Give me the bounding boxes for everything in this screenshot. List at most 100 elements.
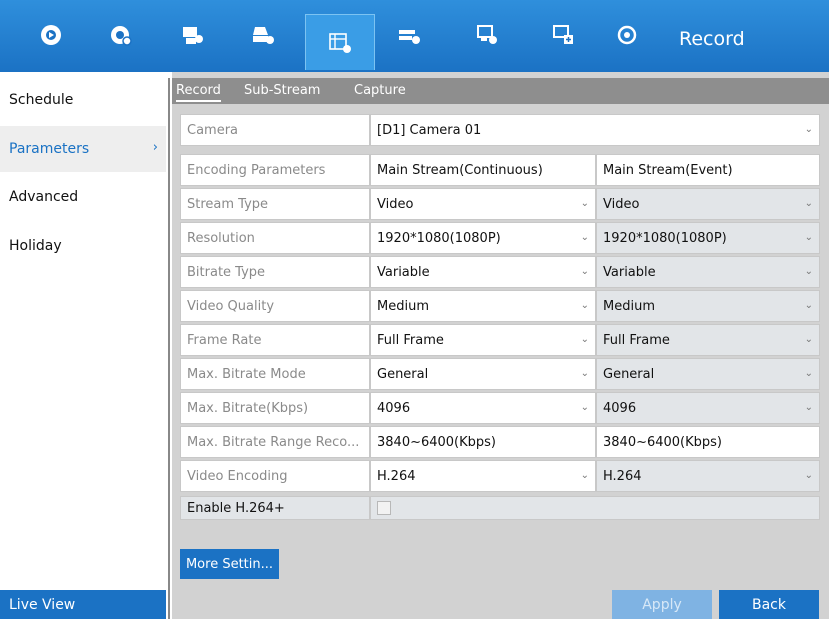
- chevron-down-icon: ⌄: [580, 198, 589, 209]
- frame-rate-value: Full Frame: [377, 332, 444, 348]
- chevron-down-icon: ⌄: [580, 266, 589, 277]
- tab-sub-stream[interactable]: Sub-Stream: [244, 83, 320, 98]
- chevron-down-icon: ⌄: [804, 124, 813, 135]
- max-bitrate-range-value: 3840~6400(Kbps): [377, 434, 497, 450]
- frame-rate-label: Frame Rate: [180, 324, 370, 356]
- system-maintenance-icon[interactable]: [540, 12, 586, 58]
- stream-type-value: Video: [377, 196, 414, 212]
- video-encoding-label: Video Encoding: [180, 460, 370, 492]
- column-header-event: Main Stream(Event): [596, 154, 820, 186]
- live-view-icon[interactable]: [28, 12, 74, 58]
- stream-type-continuous-select[interactable]: Video ⌄: [370, 188, 596, 220]
- video-encoding-value: H.264: [603, 468, 642, 484]
- chevron-down-icon: ⌄: [804, 300, 813, 311]
- bitrate-type-continuous-select[interactable]: Variable ⌄: [370, 256, 596, 288]
- max-bitrate-mode-continuous-select[interactable]: General ⌄: [370, 358, 596, 390]
- chevron-down-icon: ⌄: [580, 334, 589, 345]
- system-config-icon[interactable]: [464, 12, 510, 58]
- resolution-value: 1920*1080(1080P): [377, 230, 501, 246]
- camera-select-value: [D1] Camera 01: [377, 122, 482, 138]
- max-bitrate-event-select[interactable]: 4096 ⌄: [596, 392, 820, 424]
- max-bitrate-range-label: Max. Bitrate Range Reco...: [180, 426, 370, 458]
- max-bitrate-label: Max. Bitrate(Kbps): [180, 392, 370, 424]
- record-config-icon[interactable]: [305, 14, 375, 70]
- chevron-right-icon: ›: [152, 140, 158, 155]
- chevron-down-icon: ⌄: [580, 232, 589, 243]
- more-settings-button[interactable]: More Settin...: [180, 549, 279, 579]
- resolution-label: Resolution: [180, 222, 370, 254]
- page-title: Record: [679, 28, 745, 50]
- sidebar-item-schedule[interactable]: Schedule: [0, 77, 166, 123]
- max-bitrate-mode-label: Max. Bitrate Mode: [180, 358, 370, 390]
- camera-select[interactable]: [D1] Camera 01 ⌄: [370, 114, 820, 146]
- max-bitrate-range-event-select: 3840~6400(Kbps): [596, 426, 820, 458]
- back-button[interactable]: Back: [719, 590, 819, 619]
- bitrate-type-event-select[interactable]: Variable ⌄: [596, 256, 820, 288]
- video-quality-value: Medium: [377, 298, 429, 314]
- chevron-down-icon: ⌄: [804, 232, 813, 243]
- video-encoding-value: H.264: [377, 468, 416, 484]
- column-header-continuous: Main Stream(Continuous): [370, 154, 596, 186]
- sidebar-item-parameters[interactable]: Parameters ›: [0, 126, 166, 172]
- enable-h264plus-checkbox[interactable]: [377, 501, 391, 515]
- sidebar-item-advanced[interactable]: Advanced: [0, 174, 166, 220]
- max-bitrate-range-continuous-select: 3840~6400(Kbps): [370, 426, 596, 458]
- tab-record[interactable]: Record: [176, 83, 221, 102]
- chevron-down-icon: ⌄: [580, 368, 589, 379]
- max-bitrate-range-value: 3840~6400(Kbps): [603, 434, 723, 450]
- divider: [168, 78, 170, 619]
- stream-type-event-select[interactable]: Video ⌄: [596, 188, 820, 220]
- max-bitrate-mode-event-select[interactable]: General ⌄: [596, 358, 820, 390]
- video-encoding-event-select[interactable]: H.264 ⌄: [596, 460, 820, 492]
- video-quality-value: Medium: [603, 298, 655, 314]
- resolution-value: 1920*1080(1080P): [603, 230, 727, 246]
- video-quality-label: Video Quality: [180, 290, 370, 322]
- enable-h264plus-field: [370, 496, 820, 520]
- bitrate-type-value: Variable: [377, 264, 430, 280]
- chevron-down-icon: ⌄: [804, 198, 813, 209]
- stream-type-value: Video: [603, 196, 640, 212]
- shutdown-icon[interactable]: [604, 12, 650, 58]
- chevron-down-icon: ⌄: [804, 368, 813, 379]
- frame-rate-value: Full Frame: [603, 332, 670, 348]
- bitrate-type-value: Variable: [603, 264, 656, 280]
- resolution-continuous-select[interactable]: 1920*1080(1080P) ⌄: [370, 222, 596, 254]
- playback-icon[interactable]: [98, 12, 144, 58]
- network-config-icon[interactable]: [386, 12, 432, 58]
- tab-bar: Record Sub-Stream Capture: [172, 78, 829, 104]
- max-bitrate-value: 4096: [377, 400, 411, 416]
- chevron-down-icon: ⌄: [804, 266, 813, 277]
- resolution-event-select[interactable]: 1920*1080(1080P) ⌄: [596, 222, 820, 254]
- chevron-down-icon: ⌄: [580, 402, 589, 413]
- stream-type-label: Stream Type: [180, 188, 370, 220]
- sidebar-item-holiday[interactable]: Holiday: [0, 223, 166, 269]
- enable-h264plus-label: Enable H.264+: [180, 496, 370, 520]
- sidebar-item-label: Parameters: [9, 141, 90, 157]
- bitrate-type-label: Bitrate Type: [180, 256, 370, 288]
- top-navigation-bar: Record: [0, 0, 829, 72]
- sidebar-item-label: Schedule: [9, 92, 74, 108]
- max-bitrate-value: 4096: [603, 400, 637, 416]
- chevron-down-icon: ⌄: [580, 300, 589, 311]
- apply-button[interactable]: Apply: [612, 590, 712, 619]
- camera-label: Camera: [180, 114, 370, 146]
- chevron-down-icon: ⌄: [580, 470, 589, 481]
- chevron-down-icon: ⌄: [804, 470, 813, 481]
- frame-rate-continuous-select[interactable]: Full Frame ⌄: [370, 324, 596, 356]
- video-encoding-continuous-select[interactable]: H.264 ⌄: [370, 460, 596, 492]
- column-header-label: Encoding Parameters: [180, 154, 370, 186]
- camera-config-icon[interactable]: [170, 12, 216, 58]
- tab-capture[interactable]: Capture: [354, 83, 406, 98]
- video-quality-event-select[interactable]: Medium ⌄: [596, 290, 820, 322]
- live-view-button[interactable]: Live View: [0, 590, 166, 619]
- sidebar-item-label: Holiday: [9, 238, 62, 254]
- frame-rate-event-select[interactable]: Full Frame ⌄: [596, 324, 820, 356]
- max-bitrate-mode-value: General: [377, 366, 429, 382]
- chevron-down-icon: ⌄: [804, 402, 813, 413]
- storage-config-icon[interactable]: [240, 12, 286, 58]
- sidebar-item-label: Advanced: [9, 189, 79, 205]
- video-quality-continuous-select[interactable]: Medium ⌄: [370, 290, 596, 322]
- max-bitrate-continuous-select[interactable]: 4096 ⌄: [370, 392, 596, 424]
- chevron-down-icon: ⌄: [804, 334, 813, 345]
- max-bitrate-mode-value: General: [603, 366, 655, 382]
